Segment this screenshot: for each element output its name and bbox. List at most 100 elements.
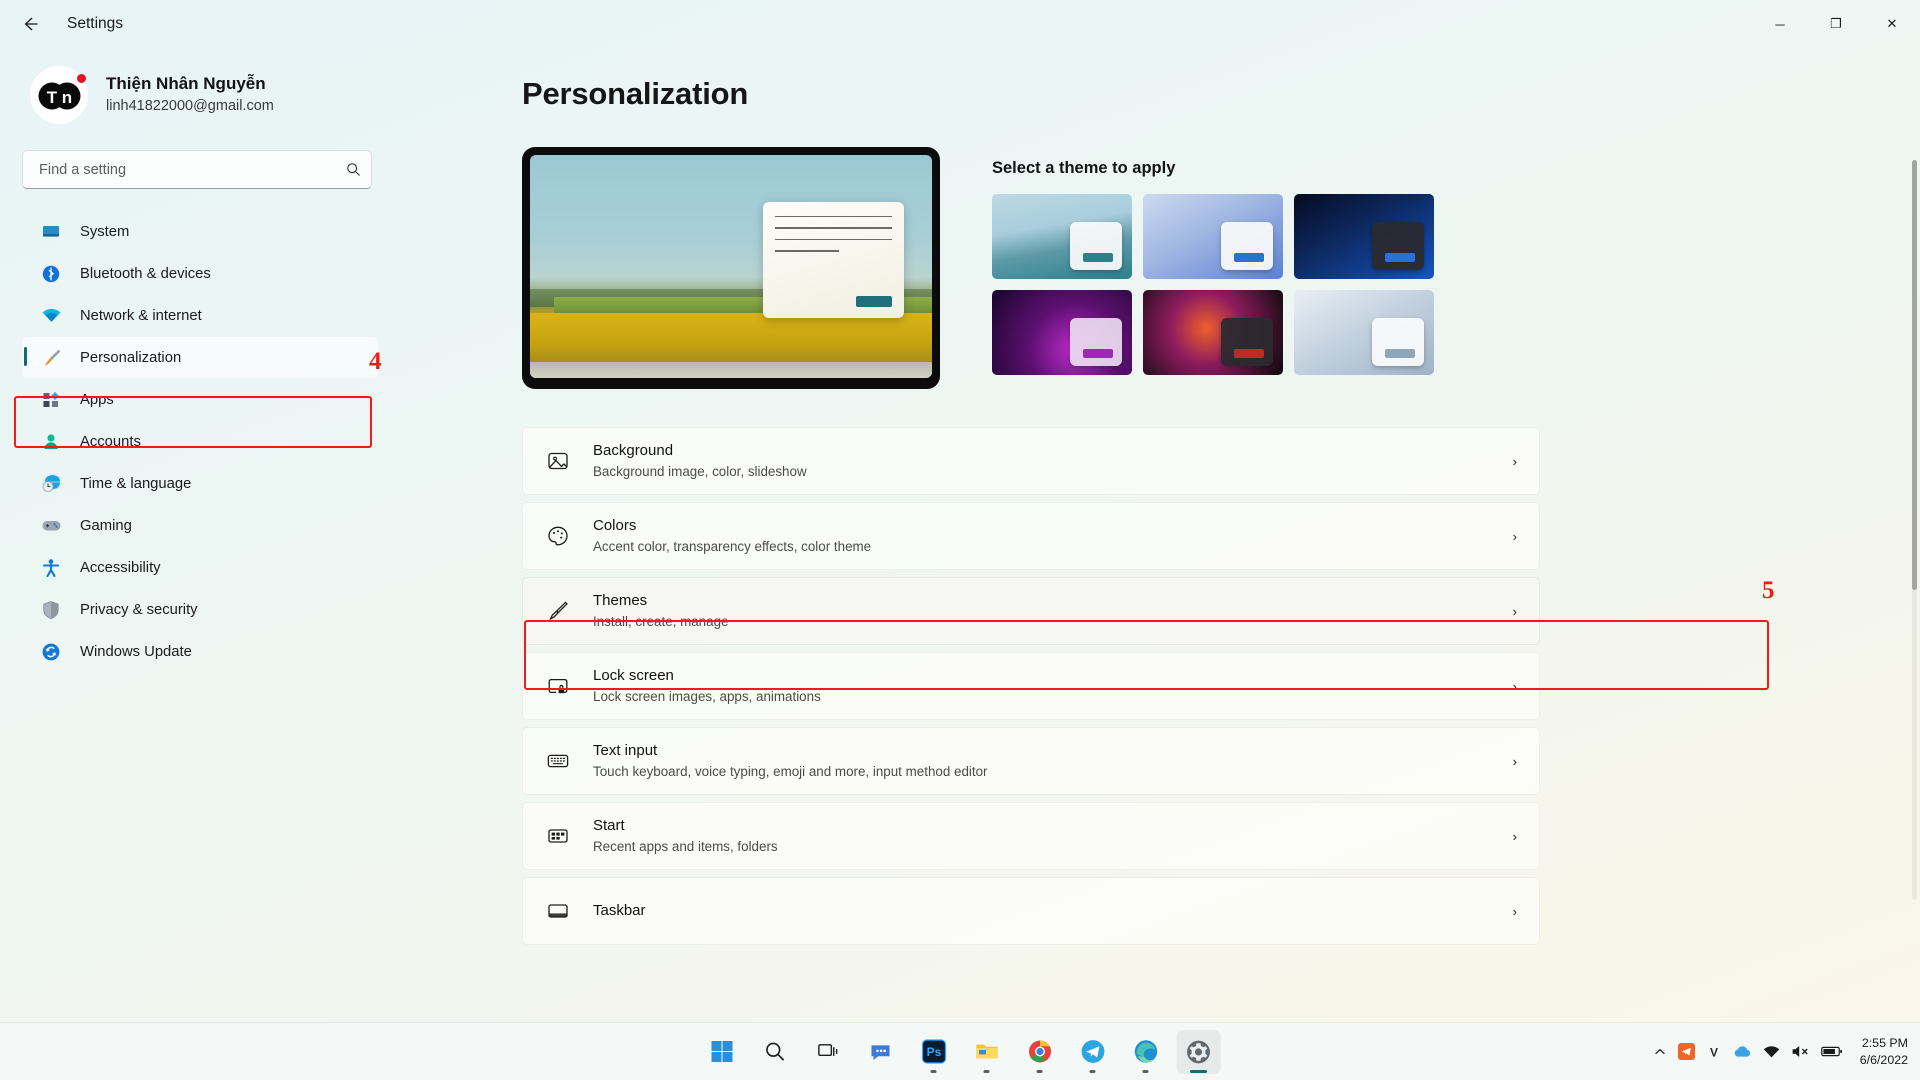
user-profile[interactable]: T n Thiện Nhân Nguyễn linh41822000@gmail… bbox=[30, 66, 378, 124]
main-scrollbar[interactable] bbox=[1912, 160, 1917, 900]
setting-title: Start bbox=[593, 817, 625, 835]
setting-row-start[interactable]: Start Recent apps and items, folders › bbox=[522, 802, 1540, 870]
search-icon bbox=[765, 1042, 784, 1061]
battery-icon[interactable] bbox=[1820, 1045, 1843, 1058]
sidebar-item-time-language[interactable]: Time & language bbox=[22, 463, 378, 504]
sidebar-item-bluetooth-devices[interactable]: Bluetooth & devices bbox=[22, 253, 378, 294]
v-letter-icon[interactable]: V bbox=[1706, 1044, 1722, 1060]
paintbrush-icon bbox=[541, 594, 575, 628]
setting-subtitle: Install, create, manage bbox=[593, 613, 729, 629]
maximize-button[interactable]: ❐ bbox=[1808, 0, 1864, 48]
setting-row-background[interactable]: Background Background image, color, slid… bbox=[522, 427, 1540, 495]
setting-title: Colors bbox=[593, 517, 637, 535]
cloud-icon[interactable] bbox=[1733, 1044, 1752, 1059]
sidebar-item-privacy-security[interactable]: Privacy & security bbox=[22, 589, 378, 630]
clock-time: 2:55 PM bbox=[1861, 1035, 1908, 1050]
start-button[interactable] bbox=[700, 1030, 744, 1074]
speaker-mute-icon[interactable] bbox=[1791, 1044, 1810, 1059]
scrollbar-thumb[interactable] bbox=[1912, 160, 1917, 590]
theme-option-4[interactable] bbox=[992, 290, 1132, 375]
task-view-button[interactable] bbox=[806, 1030, 850, 1074]
image-icon bbox=[541, 444, 575, 478]
preview-window bbox=[763, 201, 904, 318]
chevron-right-icon: › bbox=[1512, 828, 1517, 844]
window-title: Settings bbox=[67, 15, 124, 32]
chevron-right-icon: › bbox=[1512, 903, 1517, 919]
system-tray: V 2:55 PM 6/6/2022 bbox=[1653, 1023, 1920, 1080]
chevron-up-icon[interactable] bbox=[1653, 1045, 1667, 1059]
title-bar: Settings ─ ❐ ✕ bbox=[0, 0, 1920, 48]
chevron-right-icon: › bbox=[1512, 753, 1517, 769]
chrome-icon bbox=[1028, 1040, 1051, 1063]
chrome-app[interactable] bbox=[1018, 1030, 1062, 1074]
accessibility-icon bbox=[40, 557, 62, 579]
gamepad-icon bbox=[40, 515, 62, 537]
setting-row-lock-screen[interactable]: Lock screen Lock screen images, apps, an… bbox=[522, 652, 1540, 720]
preview-field bbox=[530, 313, 932, 363]
theme-preview bbox=[522, 147, 940, 389]
photoshop-icon: Ps bbox=[921, 1039, 946, 1064]
sidebar-item-apps[interactable]: Apps bbox=[22, 379, 378, 420]
sidebar: T n Thiện Nhân Nguyễn linh41822000@gmail… bbox=[0, 48, 400, 1080]
sidebar-item-label: Accounts bbox=[80, 433, 141, 450]
search-box[interactable] bbox=[22, 150, 372, 189]
window-controls: ─ ❐ ✕ bbox=[1752, 0, 1920, 48]
search-button[interactable] bbox=[753, 1030, 797, 1074]
search-input[interactable] bbox=[39, 161, 346, 178]
setting-row-themes[interactable]: Themes Install, create, manage › bbox=[522, 577, 1540, 645]
setting-subtitle: Lock screen images, apps, animations bbox=[593, 688, 821, 704]
chevron-right-icon: › bbox=[1512, 453, 1517, 469]
theme-option-1[interactable] bbox=[992, 194, 1132, 279]
telegram-tray-icon[interactable] bbox=[1677, 1043, 1695, 1060]
sidebar-item-gaming[interactable]: Gaming bbox=[22, 505, 378, 546]
theme-option-5[interactable] bbox=[1143, 290, 1283, 375]
photoshop-app[interactable]: Ps bbox=[912, 1030, 956, 1074]
sidebar-item-accounts[interactable]: Accounts bbox=[22, 421, 378, 462]
person-icon bbox=[40, 431, 62, 453]
svg-text:V: V bbox=[1710, 1045, 1718, 1059]
sidebar-item-network-internet[interactable]: Network & internet bbox=[22, 295, 378, 336]
setting-row-colors[interactable]: Colors Accent color, transparency effect… bbox=[522, 502, 1540, 570]
themes-section: Select a theme to apply bbox=[992, 147, 1434, 389]
setting-row-taskbar[interactable]: Taskbar › bbox=[522, 877, 1540, 945]
setting-title: Themes bbox=[593, 592, 648, 610]
preview-accent-chip bbox=[855, 295, 892, 307]
close-button[interactable]: ✕ bbox=[1864, 0, 1920, 48]
search-icon bbox=[346, 162, 361, 177]
profile-name: Thiện Nhân Nguyễn bbox=[106, 74, 266, 94]
settings-app[interactable] bbox=[1176, 1029, 1221, 1074]
sidebar-item-accessibility[interactable]: Accessibility bbox=[22, 547, 378, 588]
setting-title: Taskbar bbox=[593, 902, 646, 920]
edge-app[interactable] bbox=[1124, 1030, 1168, 1074]
update-icon bbox=[40, 641, 62, 663]
sidebar-item-personalization[interactable]: Personalization bbox=[22, 337, 378, 378]
edge-icon bbox=[1134, 1040, 1157, 1063]
themes-heading: Select a theme to apply bbox=[992, 159, 1176, 177]
bluetooth-icon bbox=[40, 263, 62, 285]
globe-clock-icon bbox=[40, 473, 62, 495]
chat-icon bbox=[871, 1044, 890, 1060]
minimize-button[interactable]: ─ bbox=[1752, 0, 1808, 48]
setting-title: Text input bbox=[593, 742, 658, 760]
theme-option-2[interactable] bbox=[1143, 194, 1283, 279]
file-explorer-app[interactable] bbox=[965, 1030, 1009, 1074]
preview-taskbar bbox=[530, 362, 932, 378]
taskbar-clock[interactable]: 2:55 PM 6/6/2022 bbox=[1860, 1035, 1908, 1068]
theme-option-6[interactable] bbox=[1294, 290, 1434, 375]
status-badge bbox=[77, 74, 86, 83]
sidebar-item-label: Privacy & security bbox=[80, 601, 198, 618]
setting-subtitle: Accent color, transparency effects, colo… bbox=[593, 538, 872, 554]
back-button[interactable] bbox=[12, 7, 50, 41]
telegram-app[interactable] bbox=[1071, 1030, 1115, 1074]
setting-row-text-input[interactable]: Text input Touch keyboard, voice typing,… bbox=[522, 727, 1540, 795]
setting-subtitle: Touch keyboard, voice typing, emoji and … bbox=[593, 763, 988, 779]
shield-icon bbox=[40, 599, 62, 621]
wifi-icon[interactable] bbox=[1763, 1045, 1780, 1059]
telegram-icon bbox=[1081, 1040, 1104, 1063]
sidebar-item-windows-update[interactable]: Windows Update bbox=[22, 631, 378, 672]
sidebar-item-system[interactable]: System bbox=[22, 211, 378, 252]
theme-option-3[interactable] bbox=[1294, 194, 1434, 279]
chat-button[interactable] bbox=[859, 1030, 903, 1074]
apps-icon bbox=[40, 389, 62, 411]
keyboard-icon bbox=[541, 744, 575, 778]
